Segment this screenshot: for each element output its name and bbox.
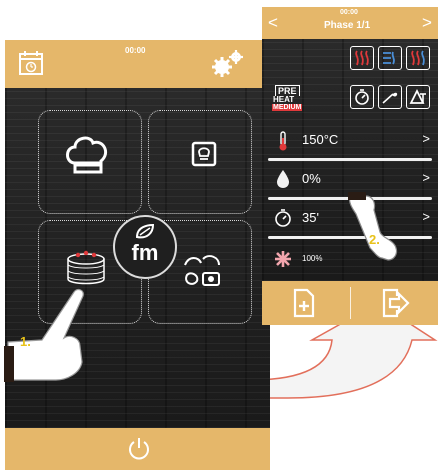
chef-tile[interactable] — [38, 110, 142, 214]
add-phase-button[interactable] — [262, 281, 350, 325]
gears-icon[interactable] — [210, 48, 246, 80]
row-divider — [268, 158, 432, 161]
next-phase-button[interactable]: > — [422, 13, 432, 33]
step-2-label: 2. — [369, 232, 380, 247]
main-menu-header: 00:00 — [5, 40, 270, 88]
clock-time: 00:00 — [340, 9, 358, 16]
core-probe-icon — [382, 92, 398, 104]
phase-title: Phase 1/1 — [324, 20, 371, 31]
logo-text: fm — [131, 240, 159, 265]
recipe-book-tile[interactable] — [148, 110, 252, 214]
timer-mode-button[interactable] — [350, 85, 374, 109]
delta-t-icon — [409, 88, 426, 104]
temperature-row[interactable]: 150°C > — [262, 126, 438, 156]
fan-value: 100% — [302, 254, 323, 263]
temperature-chevron: > — [422, 131, 430, 146]
main-menu-screen: 00:00 fm — [5, 40, 270, 470]
heat-top-button[interactable] — [350, 46, 374, 70]
probe-mode-button[interactable] — [378, 85, 402, 109]
humidity-drop-icon — [277, 170, 289, 188]
heat-fan-icon — [383, 51, 395, 65]
heat-combi-icon — [411, 50, 425, 66]
heat-waves-red-icon — [355, 50, 369, 66]
main-menu-footer — [5, 428, 270, 470]
phase-footer — [262, 281, 438, 325]
next-step-button[interactable] — [351, 281, 438, 325]
temperature-value: 150°C — [302, 132, 339, 147]
fm-logo: fm — [113, 215, 177, 279]
recipe-book-icon — [191, 141, 217, 167]
clock-time: 00:00 — [125, 46, 146, 55]
phase-header: < 00:00 Phase 1/1 > — [262, 7, 438, 39]
timer-icon — [275, 209, 291, 227]
heat-combi-button[interactable] — [406, 46, 430, 70]
humidity-chevron: > — [422, 170, 430, 185]
preheat-line2: HEAT — [273, 95, 295, 104]
time-value: 35' — [302, 210, 319, 225]
cooking-modes-icon — [184, 255, 220, 286]
thermometer-icon — [279, 131, 287, 151]
preheat-level: MEDIUM — [272, 104, 303, 111]
pointing-hand-1 — [4, 288, 84, 382]
leaf-icon — [135, 223, 155, 239]
preheat-button[interactable]: PRE HEAT MEDIUM — [272, 85, 303, 113]
step-1-label: 1. — [20, 334, 31, 349]
time-chevron: > — [422, 209, 430, 224]
humidity-row[interactable]: 0% > — [262, 165, 438, 195]
phase-screen: < 00:00 Phase 1/1 > PRE HEAT MEDIUM 150°… — [262, 7, 438, 325]
fan-icon — [275, 251, 291, 267]
exit-arrow-icon — [382, 288, 410, 318]
power-icon[interactable] — [127, 436, 151, 460]
prev-phase-button[interactable]: < — [268, 13, 278, 33]
chef-hat-icon — [66, 136, 107, 174]
delta-t-button[interactable] — [406, 85, 430, 109]
humidity-value: 0% — [302, 171, 321, 186]
stopwatch-icon — [355, 89, 369, 105]
add-document-icon — [293, 288, 315, 318]
calendar-clock-icon[interactable] — [17, 48, 47, 78]
heat-fan-button[interactable] — [378, 46, 402, 70]
